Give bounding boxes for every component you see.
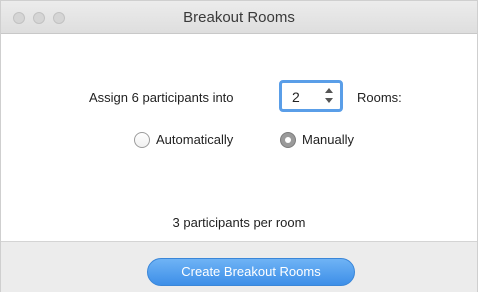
dialog-content: Assign 6 participants into 2 Rooms: Auto… (1, 34, 477, 241)
rooms-label: Rooms: (357, 90, 402, 105)
dialog-footer: Create Breakout Rooms (1, 241, 477, 292)
automatically-label[interactable]: Automatically (156, 132, 233, 147)
participants-per-room-text: 3 participants per room (172, 215, 306, 230)
room-count-value[interactable]: 2 (292, 89, 300, 105)
breakout-rooms-dialog: Breakout Rooms Assign 6 participants int… (0, 0, 478, 292)
automatically-radio[interactable] (134, 132, 150, 148)
assign-participants-label: Assign 6 participants into (89, 90, 234, 105)
stepper-down-icon[interactable] (325, 98, 333, 103)
window-title: Breakout Rooms (183, 9, 295, 26)
stepper-up-icon[interactable] (325, 88, 333, 93)
room-count-stepper[interactable]: 2 (279, 80, 343, 112)
title-bar: Breakout Rooms (1, 1, 477, 34)
manually-radio[interactable] (280, 132, 296, 148)
manually-label[interactable]: Manually (302, 132, 354, 147)
stepper-control[interactable] (324, 86, 334, 106)
create-breakout-rooms-button[interactable]: Create Breakout Rooms (147, 258, 355, 286)
